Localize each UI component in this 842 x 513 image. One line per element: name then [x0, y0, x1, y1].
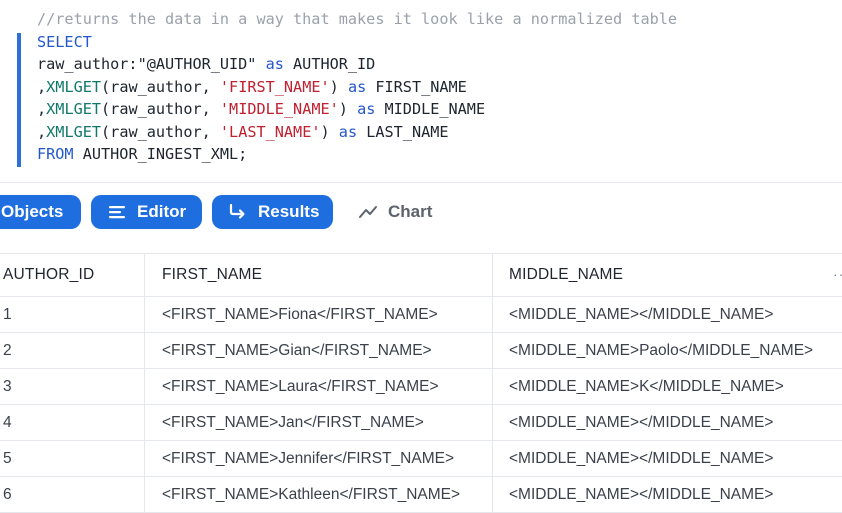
table-row[interactable]: 1 <FIRST_NAME>Fiona</FIRST_NAME> <MIDDLE… [0, 296, 842, 333]
code-line[interactable]: ,XMLGET(raw_author, 'LAST_NAME') as LAST… [37, 121, 449, 143]
code-token: ) [329, 78, 348, 96]
code-token: (raw_author, [101, 78, 220, 96]
code-token: as [357, 100, 376, 118]
code-token: //returns the data in a way that makes i… [37, 10, 678, 28]
cell-middle-name[interactable]: <MIDDLE_NAME>K</MIDDLE_NAME> [492, 368, 842, 405]
results-grid: AUTHOR_ID FIRST_NAME MIDDLE_NAME ··· 1 <… [0, 253, 842, 513]
code-line[interactable]: //returns the data in a way that makes i… [37, 8, 677, 30]
column-header-first-name[interactable]: FIRST_NAME [144, 254, 493, 297]
results-button[interactable]: Results [212, 195, 333, 229]
table-row[interactable]: 3 <FIRST_NAME>Laura</FIRST_NAME> <MIDDLE… [0, 368, 842, 405]
code-token: AUTHOR_ID [283, 55, 376, 73]
cell-first-name[interactable]: <FIRST_NAME>Laura</FIRST_NAME> [144, 368, 493, 405]
objects-button-label: Objects [1, 202, 64, 221]
list-icon [107, 202, 127, 222]
cell-first-name[interactable]: <FIRST_NAME>Jan</FIRST_NAME> [144, 404, 493, 441]
code-token: SELECT [37, 33, 92, 51]
code-line[interactable]: ,XMLGET(raw_author, 'MIDDLE_NAME') as MI… [37, 98, 485, 120]
code-token: XMLGET [46, 123, 102, 141]
table-row[interactable]: 2 <FIRST_NAME>Gian</FIRST_NAME> <MIDDLE_… [0, 332, 842, 369]
cell-first-name[interactable]: <FIRST_NAME>Fiona</FIRST_NAME> [144, 296, 493, 333]
code-token: AUTHOR_INGEST_XML; [73, 145, 248, 163]
cell-author-id[interactable]: 5 [0, 440, 145, 477]
code-token: 'LAST_NAME' [219, 123, 321, 141]
arrow-turn-right-icon [228, 202, 248, 222]
chart-button-label: Chart [388, 202, 433, 221]
code-token: as [347, 78, 367, 96]
column-header-author-id[interactable]: AUTHOR_ID [0, 254, 145, 297]
code-token: ) [320, 123, 339, 141]
code-token: , [37, 123, 47, 141]
cell-author-id[interactable]: 3 [0, 368, 145, 405]
editor-button[interactable]: Editor [91, 195, 202, 229]
code-token: raw_author:"@AUTHOR_UID" [37, 55, 266, 73]
cell-author-id[interactable]: 6 [0, 476, 145, 513]
code-token: ) [338, 100, 358, 118]
editor-button-label: Editor [137, 202, 187, 221]
objects-button[interactable]: Objects [0, 195, 81, 229]
cell-middle-name[interactable]: <MIDDLE_NAME>Paolo</MIDDLE_NAME> [492, 332, 842, 369]
column-header-middle-name[interactable]: MIDDLE_NAME ··· [492, 254, 842, 297]
code-token: MIDDLE_NAME [375, 100, 486, 118]
code-token: as [338, 123, 358, 141]
header-row: AUTHOR_ID FIRST_NAME MIDDLE_NAME ··· [0, 254, 842, 297]
worksheet-toolbar: Objects Editor Results Chart [0, 182, 842, 245]
code-token: 'FIRST_NAME' [219, 78, 330, 96]
chart-button[interactable]: Chart [352, 195, 452, 229]
code-token: XMLGET [46, 78, 102, 96]
active-statement-marker [17, 33, 21, 167]
cell-author-id[interactable]: 4 [0, 404, 145, 441]
code-token: , [37, 100, 47, 118]
cell-first-name[interactable]: <FIRST_NAME>Jennifer</FIRST_NAME> [144, 440, 493, 477]
table-row[interactable]: 6 <FIRST_NAME>Kathleen</FIRST_NAME> <MID… [0, 476, 842, 513]
cell-author-id[interactable]: 1 [0, 296, 145, 333]
line-chart-icon [358, 202, 378, 222]
code-line[interactable]: ,XMLGET(raw_author, 'FIRST_NAME') as FIR… [37, 76, 467, 98]
results-button-label: Results [258, 202, 320, 221]
cell-middle-name[interactable]: <MIDDLE_NAME></MIDDLE_NAME> [492, 296, 842, 333]
more-options-icon[interactable]: ··· [833, 266, 842, 282]
cell-middle-name[interactable]: <MIDDLE_NAME></MIDDLE_NAME> [492, 476, 842, 513]
cell-middle-name[interactable]: <MIDDLE_NAME></MIDDLE_NAME> [492, 404, 842, 441]
cell-first-name[interactable]: <FIRST_NAME>Kathleen</FIRST_NAME> [144, 476, 493, 513]
code-token: (raw_author, [101, 123, 220, 141]
code-token: XMLGET [46, 100, 102, 118]
code-line[interactable]: FROM AUTHOR_INGEST_XML; [37, 143, 247, 165]
column-header-middle-name-label: MIDDLE_NAME [509, 266, 624, 283]
code-line[interactable]: SELECT [37, 31, 92, 53]
code-token: FROM [37, 145, 74, 163]
code-token: 'MIDDLE_NAME' [219, 100, 339, 118]
code-token: LAST_NAME [357, 123, 449, 141]
code-line[interactable]: raw_author:"@AUTHOR_UID" as AUTHOR_ID [37, 53, 375, 75]
cell-author-id[interactable]: 2 [0, 332, 145, 369]
table-row[interactable]: 4 <FIRST_NAME>Jan</FIRST_NAME> <MIDDLE_N… [0, 404, 842, 441]
code-token: , [37, 78, 47, 96]
table-row[interactable]: 5 <FIRST_NAME>Jennifer</FIRST_NAME> <MID… [0, 440, 842, 477]
cell-first-name[interactable]: <FIRST_NAME>Gian</FIRST_NAME> [144, 332, 493, 369]
cell-middle-name[interactable]: <MIDDLE_NAME></MIDDLE_NAME> [492, 440, 842, 477]
sql-editor[interactable]: //returns the data in a way that makes i… [0, 0, 842, 182]
code-token: (raw_author, [101, 100, 220, 118]
code-token: as [265, 55, 284, 73]
results-table: AUTHOR_ID FIRST_NAME MIDDLE_NAME ··· 1 <… [0, 254, 842, 513]
code-token: FIRST_NAME [366, 78, 467, 96]
